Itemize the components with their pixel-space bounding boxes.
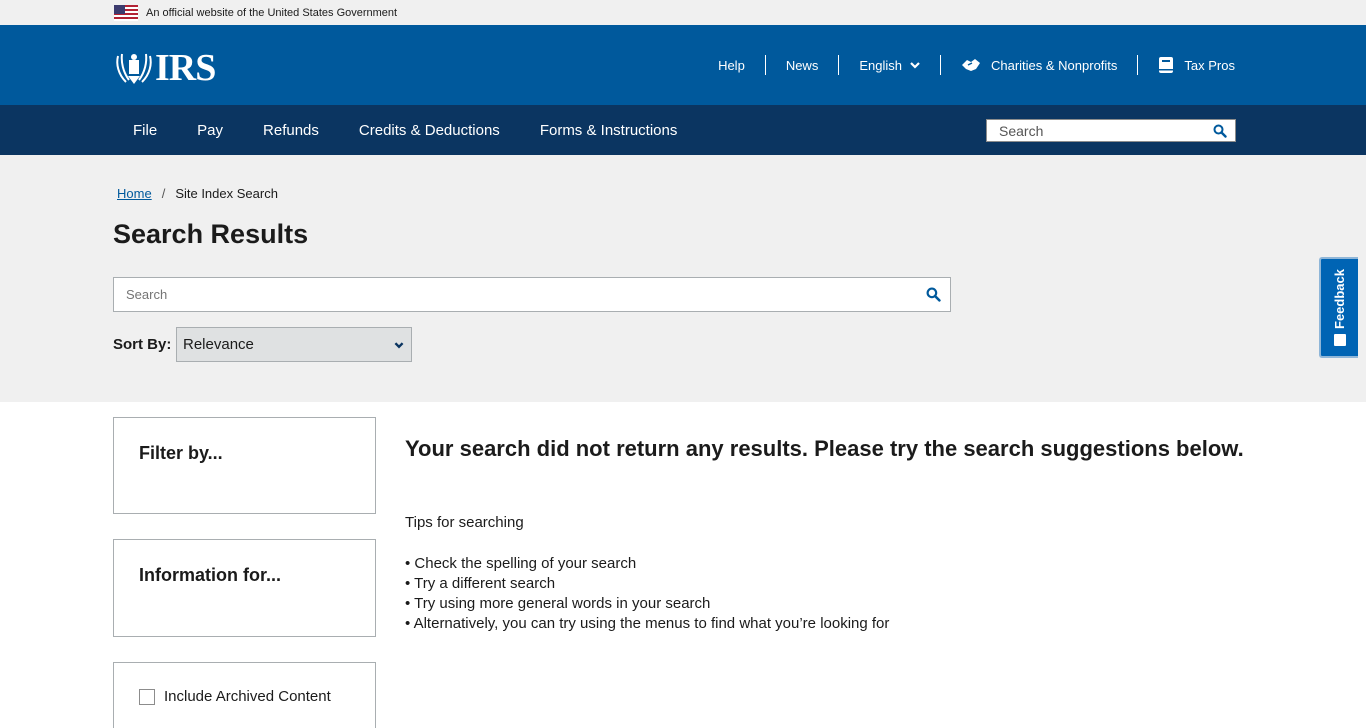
sort-select[interactable]: Relevance [176, 327, 412, 362]
tax-pros-link[interactable]: Tax Pros [1137, 55, 1235, 75]
include-archived-checkbox[interactable]: Include Archived Content [139, 688, 331, 705]
sort-label: Sort By: [113, 336, 172, 353]
list-item: • Alternatively, you can try using the m… [405, 615, 890, 632]
nav-forms-instructions[interactable]: Forms & Instructions [520, 122, 698, 139]
header-search-input[interactable] [987, 120, 1205, 141]
chevron-down-icon [910, 62, 920, 69]
news-label: News [785, 57, 819, 73]
checkbox-box[interactable] [139, 688, 155, 705]
list-item: • Try a different search [405, 575, 556, 592]
list-item: • Check the spelling of your search [405, 555, 637, 572]
header-search-button[interactable] [1205, 120, 1235, 141]
handshake-icon [961, 59, 980, 71]
tax-pros-label: Tax Pros [1184, 57, 1235, 73]
charities-label: Charities & Nonprofits [990, 57, 1118, 73]
utility-nav: Help News English Charities & Nonprofits [698, 25, 1235, 105]
list-item: • Try using more general words in your s… [405, 595, 711, 612]
feedback-tab[interactable]: Feedback [1319, 257, 1358, 358]
gov-banner-text: An official website of the United States… [146, 6, 398, 19]
help-link[interactable]: Help [698, 55, 765, 75]
include-archived-label: Include Archived Content [164, 688, 331, 705]
site-header: IRS Help News English Charities & Nonpro… [0, 25, 1366, 105]
search-icon [1213, 124, 1227, 138]
sort-selected-value: Relevance [183, 336, 254, 353]
main-search [113, 277, 951, 312]
main-nav: File Pay Refunds Credits & Deductions Fo… [0, 105, 1366, 155]
feedback-label: Feedback [1332, 268, 1347, 329]
news-link[interactable]: News [764, 55, 839, 75]
nav-credits-deductions[interactable]: Credits & Deductions [339, 122, 520, 139]
main-search-input[interactable] [114, 278, 916, 311]
archived-panel: Include Archived Content [113, 662, 376, 728]
us-flag-icon [114, 4, 138, 21]
filter-by-panel: Filter by... [113, 417, 376, 514]
language-label: English [859, 57, 902, 73]
breadcrumb-current: Site Index Search [175, 186, 278, 201]
book-icon [1159, 57, 1174, 73]
chevron-down-icon [394, 341, 404, 348]
help-label: Help [718, 57, 745, 73]
breadcrumb-home[interactable]: Home [117, 186, 152, 201]
gov-banner: An official website of the United States… [0, 0, 1366, 25]
tips-title: Tips for searching [405, 514, 524, 531]
search-icon [926, 287, 941, 302]
tips-list: • Check the spelling of your search • Tr… [405, 554, 889, 634]
main-search-button[interactable] [916, 278, 950, 311]
feedback-icon [1333, 334, 1346, 347]
eagle-icon [116, 53, 152, 84]
charities-link[interactable]: Charities & Nonprofits [939, 55, 1137, 75]
breadcrumb-separator: / [161, 186, 166, 201]
no-results-message: Your search did not return any results. … [405, 436, 1244, 461]
nav-pay[interactable]: Pay [177, 122, 243, 139]
nav-file[interactable]: File [113, 122, 177, 139]
search-header-section: Home / Site Index Search Search Results So… [0, 155, 1366, 402]
information-for-panel: Information for... [113, 539, 376, 637]
nav-refunds[interactable]: Refunds [243, 122, 339, 139]
irs-logo[interactable]: IRS [114, 47, 216, 89]
header-search [986, 119, 1236, 142]
breadcrumb: Home / Site Index Search [117, 186, 278, 201]
information-for-title: Information for... [139, 565, 281, 585]
language-dropdown[interactable]: English [838, 55, 940, 75]
filter-by-title: Filter by... [139, 443, 223, 463]
page-title: Search Results [113, 219, 309, 249]
logo-text: IRS [155, 47, 216, 89]
